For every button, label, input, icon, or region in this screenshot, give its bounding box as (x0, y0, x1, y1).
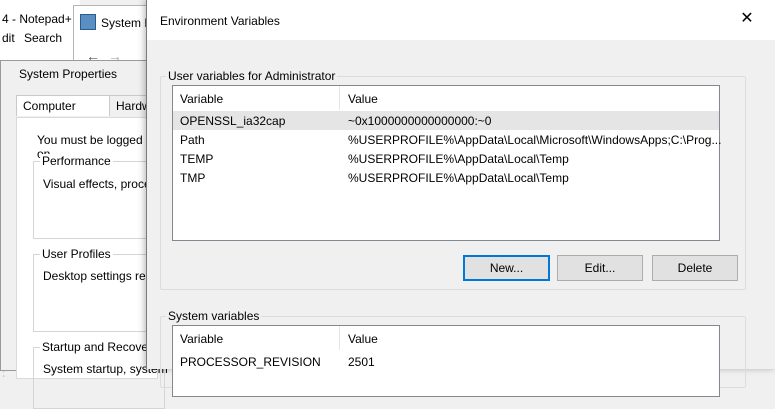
column-divider[interactable] (339, 326, 340, 350)
user-variables-label: User variables for Administrator (166, 69, 338, 83)
edit-button[interactable]: Edit... (557, 255, 643, 281)
variable-name: PROCESSOR_REVISION (180, 355, 321, 369)
delete-button[interactable]: Delete (652, 255, 738, 281)
variable-value: %USERPROFILE%\AppData\Local\Temp (348, 152, 569, 166)
performance-text: Visual effects, process (43, 177, 163, 191)
tab-panel: You must be logged on Performance Visual… (16, 117, 168, 409)
startup-recovery-label: Startup and Recovery (40, 340, 161, 354)
variable-name: TEMP (180, 152, 214, 166)
table-row[interactable]: Path %USERPROFILE%\AppData\Local\Microso… (173, 130, 722, 149)
variable-value: %USERPROFILE%\AppData\Local\Microsoft\Wi… (348, 133, 722, 147)
column-variable[interactable]: Variable (180, 332, 223, 346)
system-properties-window: System Properties Computer Name Hardwa Y… (0, 60, 168, 409)
variable-value: 2501 (348, 355, 375, 369)
system-properties-title: System Properties (19, 67, 118, 81)
variable-value: ~0x1000000000000000:~0 (348, 114, 492, 128)
dialog-title: Environment Variables (160, 14, 280, 28)
list-header: Variable Value (173, 86, 719, 110)
variable-name: Path (180, 133, 205, 147)
list-header: Variable Value (173, 326, 719, 350)
menu-search[interactable]: Search (24, 31, 62, 45)
close-icon[interactable]: ✕ (737, 9, 757, 29)
system-window-title: System E (101, 16, 153, 30)
variable-value: %USERPROFILE%\AppData\Local\Temp (348, 171, 569, 185)
system-variables-label: System variables (166, 309, 262, 323)
menu-edit[interactable]: dit (2, 31, 15, 45)
table-row[interactable]: TMP %USERPROFILE%\AppData\Local\Temp (173, 168, 719, 187)
system-icon (80, 14, 96, 30)
table-row[interactable]: PROCESSOR_REVISION 2501 (173, 352, 719, 371)
variable-name: OPENSSL_ia32cap (180, 114, 286, 128)
notepad-window: 4 - Notepad+ dit Search (0, 0, 80, 60)
new-button[interactable]: New... (463, 255, 550, 281)
user-variables-list[interactable]: Variable Value OPENSSL_ia32cap ~0x100000… (172, 85, 722, 241)
table-row[interactable]: TEMP %USERPROFILE%\AppData\Local\Temp (173, 149, 719, 168)
tab-computer-name[interactable]: Computer Name (16, 95, 110, 133)
column-value[interactable]: Value (348, 92, 378, 106)
system-variables-list[interactable]: Variable Value PROCESSOR_REVISION 2501 (172, 325, 720, 397)
table-row[interactable]: OPENSSL_ia32cap ~0x1000000000000000:~0 (173, 111, 719, 130)
title-bar: Environment Variables ✕ (147, 0, 775, 40)
column-divider[interactable] (339, 86, 340, 110)
performance-label: Performance (40, 154, 113, 168)
variable-name: TMP (180, 171, 206, 185)
notepad-title: 4 - Notepad+ (2, 12, 72, 26)
user-variables-group: User variables for Administrator Variabl… (160, 69, 746, 290)
user-profiles-label: User Profiles (40, 247, 113, 261)
environment-variables-dialog: Environment Variables ✕ User variables f… (146, 0, 775, 397)
column-value[interactable]: Value (348, 332, 378, 346)
system-variables-group: System variables Variable Value PROCESSO… (160, 309, 746, 397)
column-variable[interactable]: Variable (180, 92, 223, 106)
